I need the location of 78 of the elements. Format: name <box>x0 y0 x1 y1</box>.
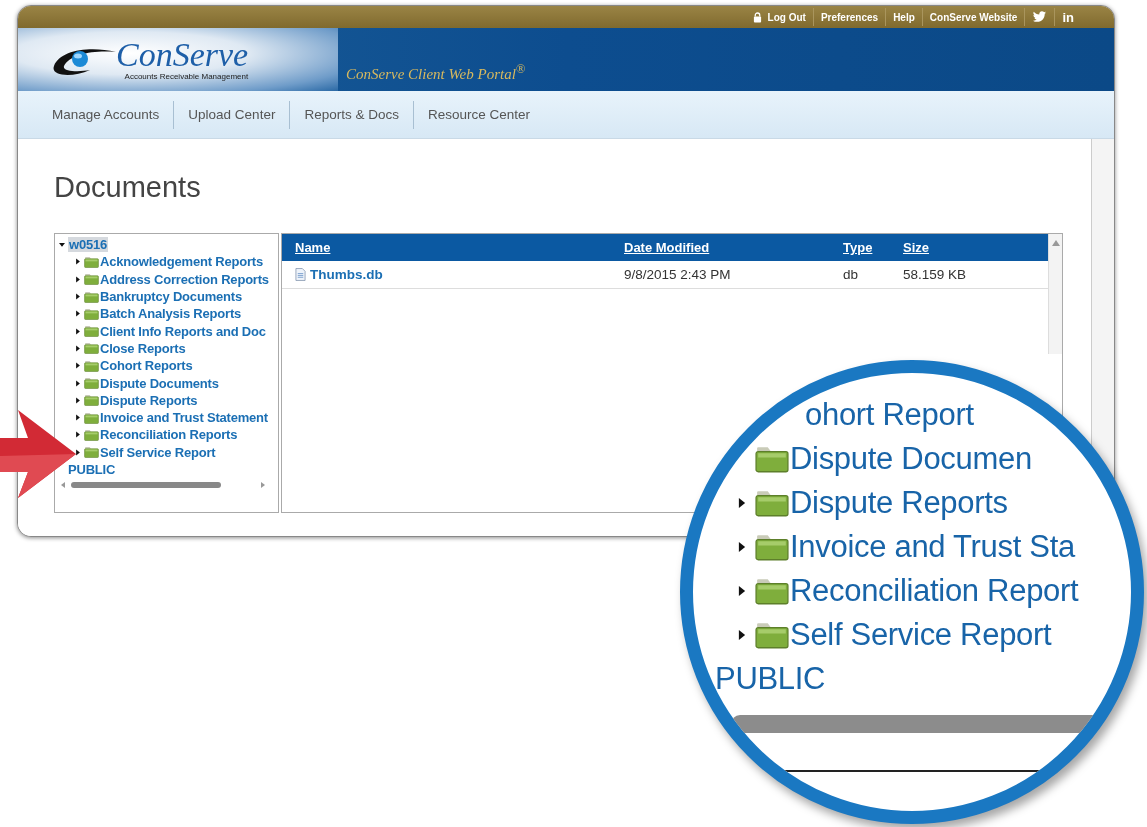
top-link[interactable]: in <box>1062 9 1074 25</box>
collapse-caret-icon[interactable] <box>59 241 65 249</box>
tree-item[interactable]: Self Service Report <box>100 444 216 460</box>
expand-caret-icon[interactable] <box>75 379 81 387</box>
tree-item[interactable]: PUBLIC <box>68 462 116 477</box>
folder-icon <box>84 377 99 389</box>
file-icon <box>295 268 306 281</box>
folder-icon <box>755 576 789 606</box>
tree-item: ohort Report <box>805 397 974 433</box>
top-link[interactable]: Preferences <box>820 11 879 23</box>
tree-item: PUBLIC <box>715 661 826 697</box>
log-out-link[interactable]: Log Out <box>752 11 806 23</box>
expand-caret-icon[interactable] <box>75 327 81 335</box>
nav-link[interactable]: Manage Accounts <box>38 107 174 122</box>
table-cell-text: 9/8/2015 2:43 PM <box>624 267 732 282</box>
tree-item[interactable]: Bankruptcy Documents <box>100 289 242 305</box>
tree-item[interactable]: Dispute Documents <box>100 375 219 391</box>
folder-icon <box>84 342 99 355</box>
column-header-link[interactable]: Name <box>282 240 624 255</box>
expand-caret-icon[interactable] <box>75 310 81 318</box>
table-cell-text: db <box>843 267 860 282</box>
nav-link[interactable]: Upload Center <box>174 107 290 122</box>
expand-caret-icon <box>737 584 747 598</box>
tree-item: Self Service Report <box>790 617 1052 653</box>
column-header-link[interactable]: Type <box>843 240 903 255</box>
folder-icon <box>84 273 99 286</box>
logo-tagline: Accounts Receivable Management <box>124 72 249 81</box>
tree-item[interactable]: Reconciliation Reports <box>100 427 238 443</box>
vertical-scrollbar[interactable] <box>1048 234 1062 354</box>
expand-caret-icon <box>737 628 747 642</box>
top-link[interactable]: ConServe Website <box>929 11 1018 23</box>
expand-caret-icon[interactable] <box>75 362 81 370</box>
folder-icon <box>84 446 99 459</box>
tree-item: Dispute Documen <box>790 441 1032 477</box>
tree-item[interactable]: Invoice and Trust Statement <box>100 410 268 426</box>
folder-icon <box>84 307 99 320</box>
lock-icon <box>752 11 762 23</box>
top-link[interactable]: Help <box>893 11 915 23</box>
scroll-up-arrow-icon[interactable] <box>1051 240 1060 246</box>
folder-icon <box>84 359 99 372</box>
column-header-link[interactable]: Date Modified <box>624 240 843 255</box>
folder-icon <box>84 411 99 424</box>
nav-link[interactable]: Reports & Docs <box>290 107 413 122</box>
tree-item[interactable]: Cohort Reports <box>100 358 193 374</box>
nav-link[interactable]: Resource Center <box>413 107 544 122</box>
folder-icon <box>755 488 789 518</box>
tree-item[interactable]: Client Info Reports and Doc <box>100 323 266 339</box>
tree-item: Dispute Reports <box>790 485 1008 521</box>
tree-root-item[interactable]: w0516 <box>68 237 109 253</box>
tree-item[interactable]: Address Correction Reports <box>100 271 269 287</box>
tree-item: Invoice and Trust Sta <box>790 529 1075 565</box>
expand-caret-icon[interactable] <box>75 396 81 404</box>
tree-item[interactable]: Close Reports <box>100 340 186 356</box>
table-cell-text: 58.159 KB <box>903 267 968 282</box>
folder-icon <box>84 290 99 303</box>
expand-caret-icon <box>737 496 747 510</box>
folder-icon <box>84 394 99 407</box>
folder-icon <box>755 620 789 650</box>
expand-caret-icon <box>737 540 747 554</box>
folder-icon <box>755 444 789 474</box>
logo-wordmark: ConServe <box>116 38 249 72</box>
tree-item[interactable]: Dispute Reports <box>100 392 198 408</box>
file-name-link[interactable]: Thumbs.db <box>310 267 383 282</box>
portal-title: ConServe Client Web Portal$^{®}$ <box>346 62 526 83</box>
folder-icon <box>755 532 789 562</box>
expand-caret-icon[interactable] <box>75 293 81 301</box>
tree-item[interactable]: Acknowledgement Reports <box>100 254 263 270</box>
page-title: Documents <box>54 171 202 205</box>
column-header-link[interactable]: Size <box>903 240 1003 255</box>
twitter-bird-icon[interactable] <box>1032 11 1048 23</box>
expand-caret-icon[interactable] <box>75 258 81 266</box>
folder-icon <box>84 428 99 441</box>
expand-caret-icon[interactable] <box>75 344 81 352</box>
expand-caret-icon[interactable] <box>75 275 81 283</box>
tree-item: Reconciliation Report <box>790 573 1079 609</box>
folder-icon <box>84 325 99 338</box>
tree-item[interactable]: Batch Analysis Reports <box>100 306 242 322</box>
folder-icon <box>84 255 99 268</box>
